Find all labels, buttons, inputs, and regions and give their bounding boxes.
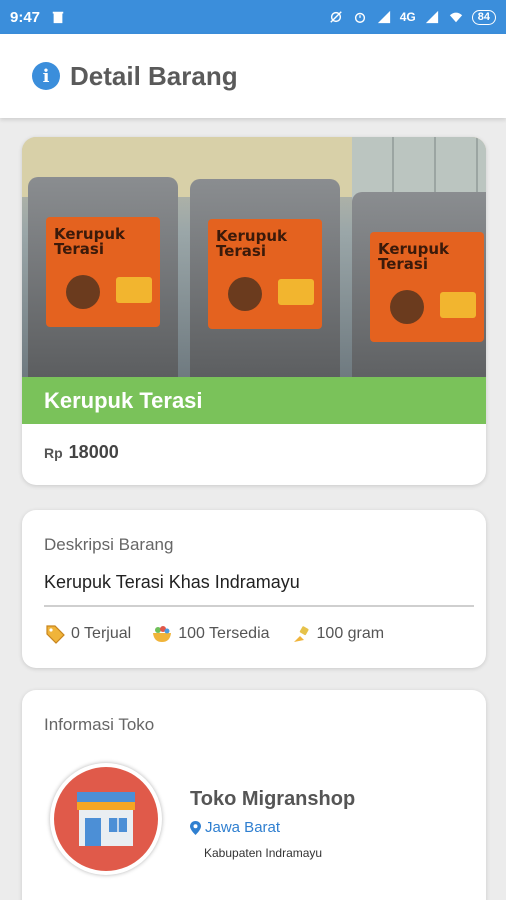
status-icons: 4G 84 [328, 9, 496, 25]
store-location: Jawa Barat [190, 819, 280, 836]
food-bowl-icon [153, 626, 172, 642]
price-value: 18000 [68, 442, 119, 462]
status-time: 9:47 [10, 8, 41, 26]
signal-icon [377, 10, 390, 24]
product-name: Kerupuk Terasi [44, 387, 203, 413]
sold-stat: 0 Terjual [44, 623, 131, 645]
status-bar: 9:47 4G 84 [0, 0, 506, 34]
stock-count: 100 Tersedia [178, 625, 270, 642]
store-section-title: Informasi Toko [44, 715, 155, 734]
app-bar: i Detail Barang [0, 34, 506, 118]
product-bag-image: Kerupuk Terasi [28, 177, 178, 377]
network-type: 4G [399, 10, 416, 24]
product-bag-image: Kerupuk Terasi [190, 179, 340, 377]
trash-icon [52, 11, 64, 24]
page-title: Detail Barang [70, 60, 238, 91]
product-name-bar: Kerupuk Terasi [22, 377, 486, 424]
battery-level: 84 [471, 9, 496, 25]
price-tag-icon [46, 625, 65, 644]
weight-icon [293, 626, 309, 642]
store-card[interactable]: Informasi Toko Toko Migranshop Jawa Bara… [22, 690, 486, 900]
product-stats: 0 Terjual 100 Tersedia 100 gram [44, 623, 384, 645]
price-currency: Rp [44, 445, 63, 461]
storefront-icon [77, 792, 135, 846]
product-price: Rp 18000 [44, 442, 119, 463]
store-province: Jawa Barat [205, 819, 281, 836]
product-card: Kerupuk Terasi Kerupuk Terasi Kerupuk Te… [22, 137, 486, 485]
wifi-icon [449, 12, 462, 23]
description-card: Deskripsi Barang Kerupuk Terasi Khas Ind… [22, 510, 486, 668]
location-pin-icon [190, 820, 201, 835]
divider [44, 605, 474, 607]
store-name[interactable]: Toko Migranshop [190, 788, 355, 811]
weight-stat: 100 gram [290, 623, 385, 645]
description-title: Deskripsi Barang [44, 535, 174, 554]
sold-count: 0 Terjual [71, 625, 132, 642]
signal-icon-2 [425, 10, 438, 24]
description-text: Kerupuk Terasi Khas Indramayu [44, 572, 300, 592]
product-bag-image: Kerupuk Terasi [352, 192, 486, 377]
info-icon: i [32, 62, 60, 90]
product-photo[interactable]: Kerupuk Terasi Kerupuk Terasi Kerupuk Te… [22, 137, 486, 377]
alarm-icon [354, 12, 365, 23]
weight-value: 100 gram [316, 625, 385, 642]
stock-stat: 100 Tersedia [151, 623, 270, 645]
store-city: Kabupaten Indramayu [204, 846, 323, 860]
store-avatar[interactable] [50, 763, 162, 875]
sync-off-icon [329, 11, 342, 23]
